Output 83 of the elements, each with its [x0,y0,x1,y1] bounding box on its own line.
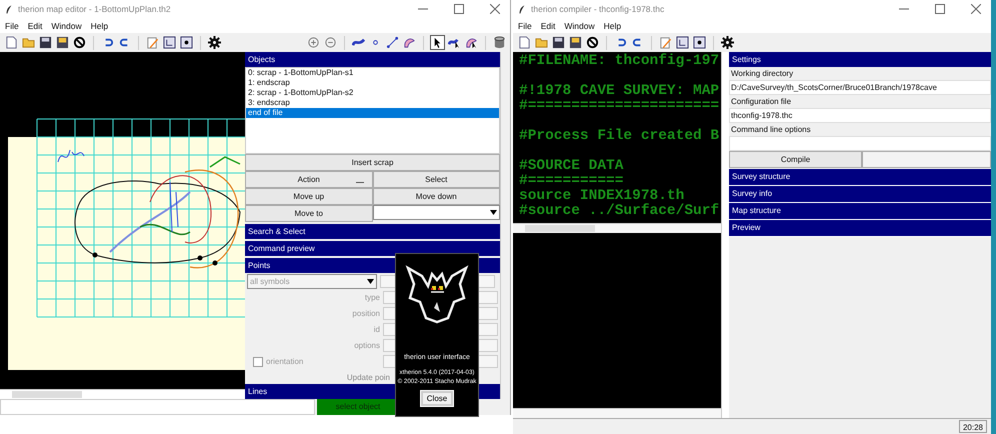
input-field[interactable] [729,136,991,151]
feather-icon [5,4,13,14]
pointer-icon[interactable] [431,36,444,49]
horizontal-scrollbar[interactable] [513,408,721,418]
maximize-icon[interactable] [935,4,945,14]
list-item[interactable]: 2: scrap - 1-BottomUpPlan-s2 [246,88,499,98]
move-down-button[interactable]: Move down [372,188,500,205]
section-header[interactable]: Map structure [729,203,991,220]
insert-scrap-button[interactable]: Insert scrap [245,154,500,171]
window-title: therion compiler - thconfig-1978.thc [531,4,664,14]
close-button[interactable]: Close [420,391,454,406]
section-header[interactable]: Search & Select [245,224,500,239]
input-field[interactable]: D:/CaveSurvey/th_ScotsCorner/Bruce01Branch/1978cave [729,80,991,95]
vertical-scrollbar[interactable] [721,52,729,418]
field-label: position [352,309,380,318]
pencil-icon[interactable] [659,36,672,49]
list-item[interactable]: 1: endscrap [246,78,499,88]
code-line: #Process File created B [519,129,720,144]
code-line: source INDEX1978.th [519,189,684,204]
new-file-icon[interactable] [518,36,531,49]
menu-item[interactable]: Help [604,20,622,30]
list-item[interactable]: end of file [246,108,499,118]
code-line: #SOURCE DATA [519,159,624,174]
menu-item[interactable]: Edit [28,20,42,30]
horizontal-scrollbar[interactable] [513,223,721,233]
maximize-icon[interactable] [454,4,464,14]
area-pointer-icon[interactable] [465,36,478,49]
caret-icon [367,279,374,284]
field-label: Working directory [730,68,794,80]
move-to-dropdown[interactable] [372,205,500,220]
section-header[interactable]: Survey structure [729,169,991,186]
pencil-icon[interactable] [146,36,159,49]
zoom-out-icon[interactable] [324,36,337,49]
field-label: options [354,341,380,350]
field-label: Command line options [730,124,812,136]
action-menu-button[interactable]: Action [245,171,372,188]
folder-icon[interactable] [22,36,35,49]
caret-icon [490,210,497,215]
code-line: #!1978 CAVE SURVEY: MAP [519,84,720,99]
no-sign-icon[interactable] [586,36,599,49]
status-clock: 20:28 [958,420,987,433]
horizontal-scrollbar[interactable] [0,389,245,399]
cylinder-icon[interactable] [493,36,506,49]
list-item[interactable]: 0: scrap - 1-BottomUpPlan-s1 [246,68,499,78]
checkbox-label: orientation [266,357,304,366]
code-line: #source ../Surface/Surf [519,204,720,219]
move-to-button[interactable]: Move to [245,205,372,222]
line-segment-icon[interactable] [386,36,399,49]
menu-item[interactable]: Window [51,20,82,30]
code-editor[interactable]: #FILENAME: thconfig-197 #!1978 CAVE SURVEY: MAP #====================== #Process File created B #SOURCE DATA #=========== source INDEX1978.th #source ../Surface/Surf [513,52,721,223]
settings-icon[interactable] [721,36,734,49]
section-header[interactable]: Objects [245,52,500,67]
move-up-button[interactable]: Move up [245,188,372,205]
input-field[interactable]: thconfig-1978.thc [729,108,991,123]
section-header[interactable]: Survey info [729,186,991,203]
section-header[interactable]: Command preview [245,241,500,256]
settings-icon[interactable] [208,36,221,49]
menu-item[interactable]: File [5,20,19,30]
section-header[interactable]: Preview [729,220,991,237]
close-icon[interactable] [490,4,500,14]
select-button[interactable]: Select [372,171,500,188]
menu-item[interactable]: File [518,20,532,30]
menu-item[interactable]: Window [564,20,595,30]
folder-icon[interactable] [535,36,548,49]
field-label: type [364,293,380,302]
code-line: #=========== [519,174,624,189]
menu-item[interactable]: Help [90,20,108,30]
no-sign-icon[interactable] [73,36,86,49]
area-icon[interactable] [403,36,416,49]
window-title: therion map editor - 1-BottomUpPlan.th2 [18,4,171,14]
code-line: #FILENAME: thconfig-197 [519,54,720,69]
compile-button[interactable]: Compile [729,151,862,168]
section-header[interactable]: Settings [729,52,991,67]
zoom-in-icon[interactable] [307,36,320,49]
field-label: Configuration file [730,96,792,108]
curve-pointer-icon[interactable] [448,36,461,49]
new-file-icon[interactable] [5,36,18,49]
close-icon[interactable] [971,4,981,14]
code-line: #====================== [519,99,720,114]
feather-icon [518,4,526,14]
menu-item[interactable]: Edit [540,20,556,30]
field-label: id [374,325,380,334]
list-item[interactable]: 3: endscrap [246,98,499,108]
